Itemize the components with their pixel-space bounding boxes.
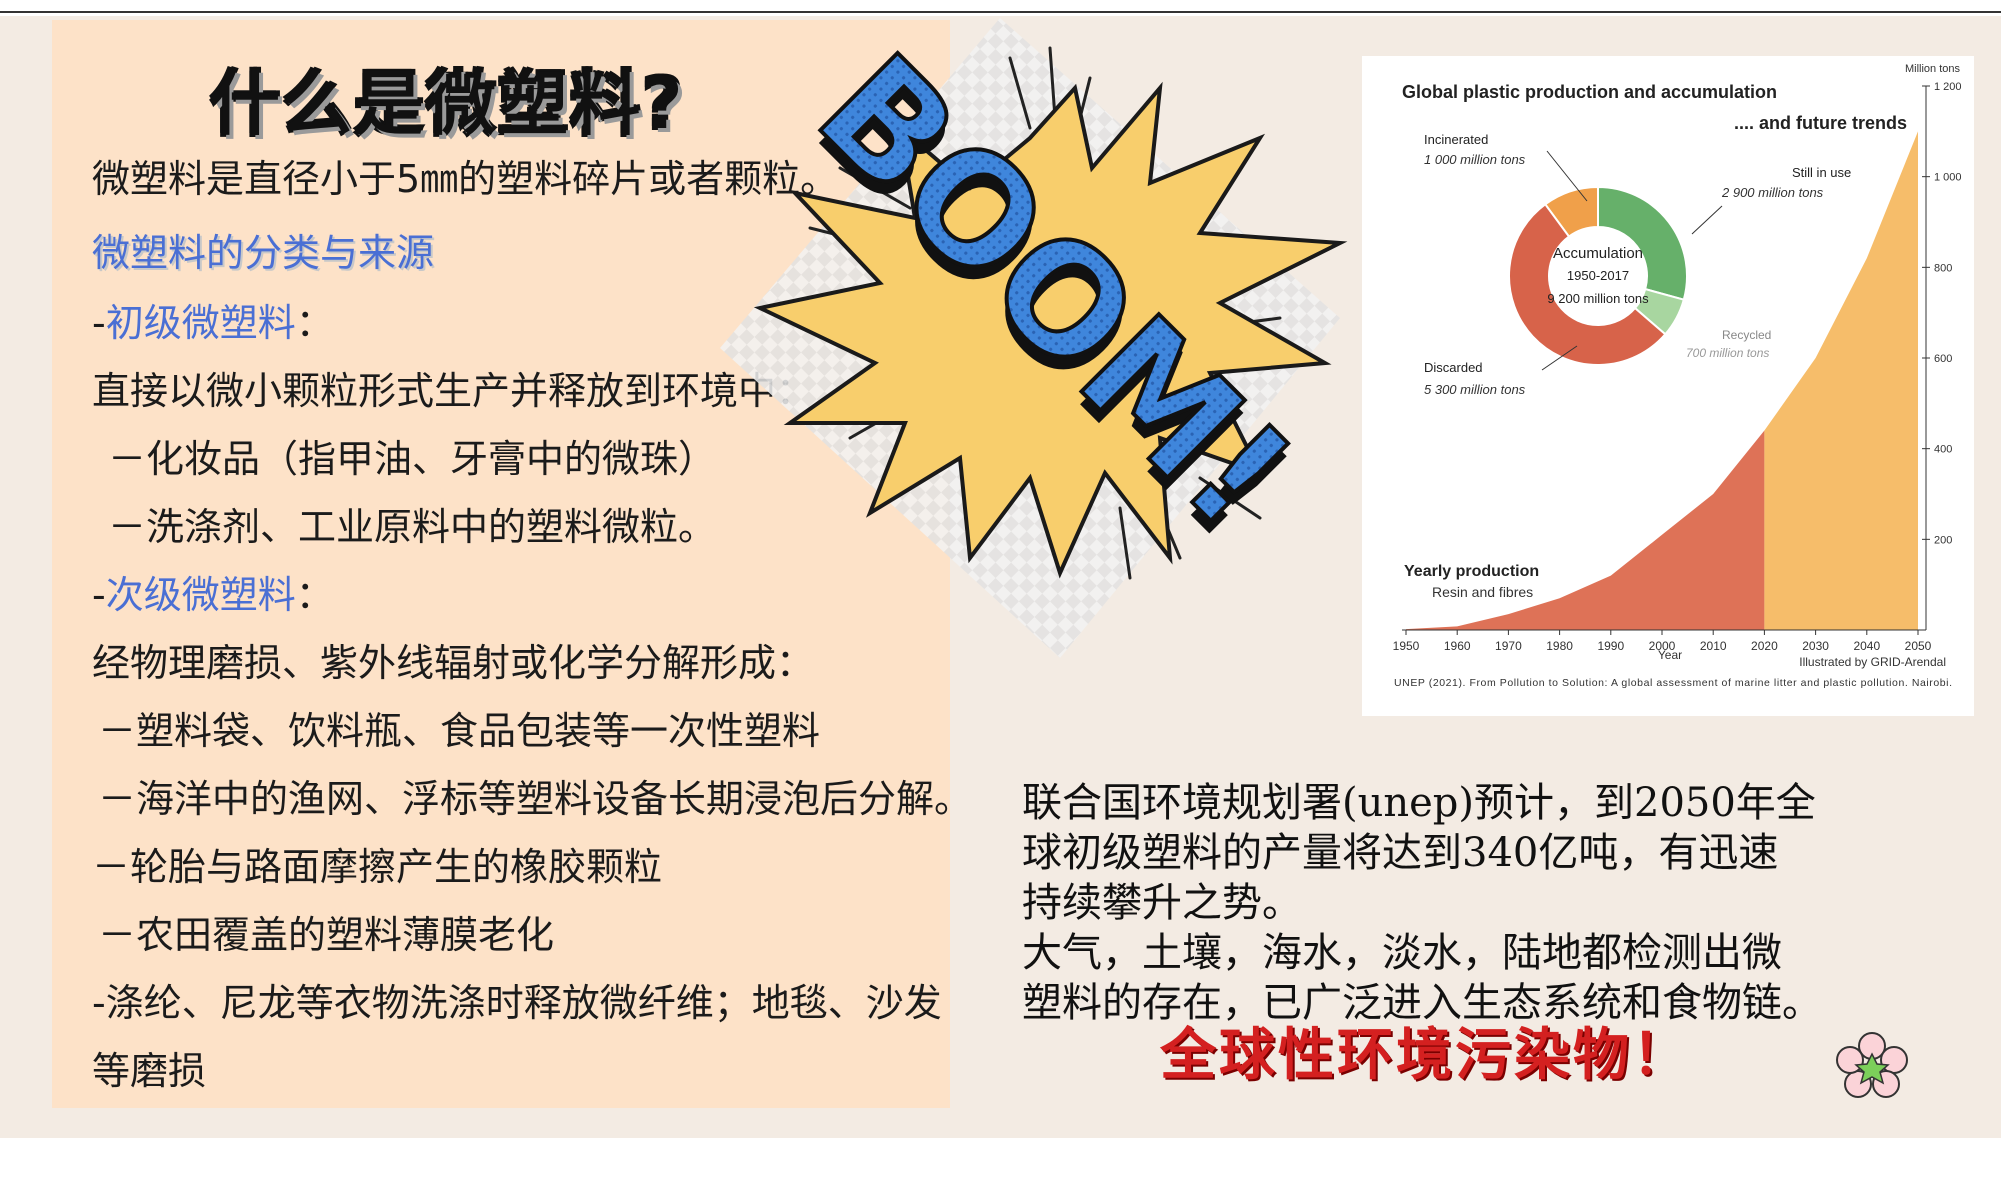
x-axis-label: Year (1658, 648, 1682, 662)
x-tick-label: 1960 (1444, 639, 1471, 653)
list-item: -涤纶、尼龙等衣物洗涤时释放微纤维；地毯、沙发 (92, 981, 942, 1025)
panel-notch (0, 1108, 52, 1138)
value-discarded: 5 300 million tons (1424, 382, 1526, 397)
donut-center-total: 9 200 million tons (1547, 291, 1649, 306)
x-tick-label: 2020 (1751, 639, 1778, 653)
series-label: Yearly production (1404, 563, 1539, 580)
value-incinerated: 1 000 million tons (1424, 152, 1526, 167)
primary-dash: - (92, 301, 106, 345)
donut-center-years: 1950-2017 (1567, 268, 1629, 283)
x-tick-label: 2010 (1700, 639, 1727, 653)
page-title: 什么是微塑料? (210, 63, 685, 145)
chart-credit: Illustrated by GRID-Arendal (1799, 655, 1946, 669)
list-item: －农田覆盖的塑料薄膜老化 (98, 913, 555, 957)
label-incinerated: Incinerated (1424, 132, 1488, 147)
y-tick-label: 400 (1934, 444, 1952, 456)
donut-center-title: Accumulation (1553, 245, 1643, 262)
y-tick-label: 1 000 (1934, 172, 1962, 184)
primary-colon: ： (295, 301, 334, 345)
area-series-1 (1764, 131, 1918, 630)
primary-label: 初级微塑料 (105, 301, 296, 345)
area-series-0 (1406, 430, 1765, 630)
chart-svg: Global plastic production and accumulati… (1393, 63, 1962, 689)
list-item: 等磨损 (92, 1049, 207, 1093)
value-still-in-use: 2 900 million tons (1721, 185, 1824, 200)
chart-title: Global plastic production and accumulati… (1402, 82, 1777, 102)
x-tick-label: 2030 (1802, 639, 1829, 653)
x-tick-label: 1990 (1597, 639, 1624, 653)
y-tick-label: 200 (1934, 534, 1952, 546)
list-item: －塑料袋、饮料瓶、食品包装等一次性塑料 (98, 709, 821, 753)
x-tick-label: 1950 (1393, 639, 1420, 653)
secondary-colon: ： (295, 573, 334, 617)
secondary-dash: - (92, 573, 106, 617)
production-area (1406, 131, 1918, 630)
plastic-chart: Global plastic production and accumulati… (1362, 56, 1974, 716)
list-item: －洗涤剂、工业原料中的塑料微粒。 (108, 505, 717, 549)
label-still-in-use: Still in use (1792, 165, 1851, 180)
y-tick-label: 600 (1934, 353, 1952, 365)
x-tick-label: 1970 (1495, 639, 1522, 653)
boom-burst-svg: BOOM! BOOM! (720, 18, 1348, 658)
list-item: －海洋中的渔网、浮标等塑料设备长期浸泡后分解。 (98, 777, 973, 821)
emphasis-text: 全球性环境污染物！ (1160, 1023, 1691, 1088)
chart-subtitle: .... and future trends (1734, 113, 1907, 133)
y-axis-label: Million tons (1905, 63, 1961, 75)
y-tick-label: 1 200 (1934, 81, 1962, 93)
x-tick-label: 2050 (1905, 639, 1932, 653)
x-tick-label: 1980 (1546, 639, 1573, 653)
list-item: －轮胎与路面摩擦产生的橡胶颗粒 (92, 845, 663, 889)
y-axis: 200 400 600 800 1 000 1 200 (1922, 81, 1962, 630)
secondary-heading: -次级微塑料： (92, 564, 334, 619)
primary-heading: -初级微塑料： (92, 292, 334, 347)
section-heading: 微塑料的分类与来源 (92, 231, 435, 275)
top-border (0, 11, 2001, 13)
flower-icon (1832, 1030, 1912, 1100)
secondary-label: 次级微塑料 (105, 573, 296, 617)
chart-source: UNEP (2021). From Pollution to Solution:… (1394, 677, 1952, 689)
label-recycled: Recycled (1722, 328, 1771, 342)
label-discarded: Discarded (1424, 360, 1483, 375)
x-tick-label: 2040 (1853, 639, 1880, 653)
series-sublabel: Resin and fibres (1432, 584, 1533, 600)
value-recycled: 700 million tons (1686, 346, 1769, 360)
y-tick-label: 800 (1934, 262, 1952, 274)
list-item: －化妆品（指甲油、牙膏中的微珠） (108, 437, 717, 481)
boom-illustration: BOOM! BOOM! (700, 18, 1380, 658)
